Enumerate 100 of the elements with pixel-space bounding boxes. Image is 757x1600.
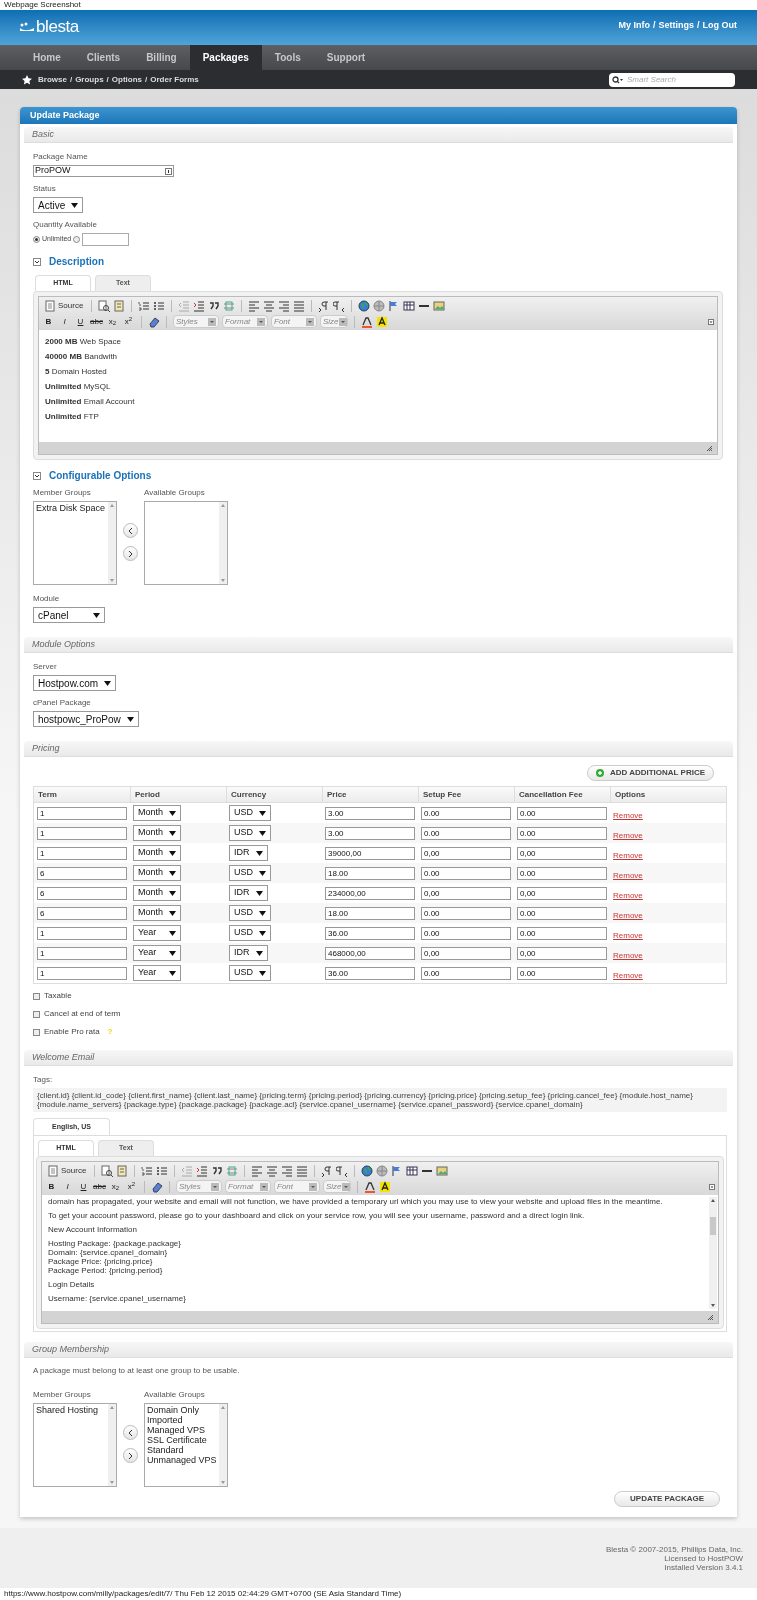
- cancellation-fee-field[interactable]: 0.00: [517, 926, 607, 940]
- cpanel-package-select[interactable]: hostpowc_ProPow: [33, 711, 139, 727]
- source-button[interactable]: Source: [42, 299, 86, 313]
- format-button[interactable]: U: [77, 1180, 90, 1193]
- term-field[interactable]: 1: [37, 826, 127, 840]
- remove-link[interactable]: Remove: [613, 931, 643, 940]
- term-field[interactable]: 1: [37, 926, 127, 940]
- currency-select[interactable]: IDR: [229, 845, 268, 861]
- list-option[interactable]: Imported: [147, 1415, 183, 1425]
- setup-fee-field[interactable]: 0,00: [421, 886, 511, 900]
- toolbar-dropdown[interactable]: Size: [323, 1180, 351, 1193]
- currency-select[interactable]: USD: [229, 805, 271, 821]
- format-button[interactable]: I: [61, 1180, 74, 1193]
- price-field[interactable]: 18.00: [325, 866, 415, 880]
- remove-link[interactable]: Remove: [613, 911, 643, 920]
- setup-fee-field[interactable]: 0.00: [421, 826, 511, 840]
- module-select[interactable]: cPanel: [33, 607, 105, 623]
- list-box[interactable]: Shared Hosting: [33, 1403, 117, 1487]
- header-link[interactable]: My Info: [618, 19, 650, 33]
- radio-button[interactable]: [73, 236, 81, 243]
- nav-tab[interactable]: Clients: [73, 45, 134, 70]
- setup-fee-field[interactable]: 0,00: [421, 846, 511, 860]
- list-box[interactable]: Extra Disk Space: [33, 501, 117, 585]
- price-field[interactable]: 468000,00: [325, 946, 415, 960]
- remove-link[interactable]: Remove: [613, 891, 643, 900]
- term-field[interactable]: 1: [37, 806, 127, 820]
- term-field[interactable]: 6: [37, 886, 127, 900]
- period-select[interactable]: Month: [133, 845, 181, 861]
- nav-tab[interactable]: Packages: [189, 45, 262, 70]
- setup-fee-field[interactable]: 0.00: [421, 966, 511, 980]
- update-package-button[interactable]: UPDATE PACKAGE: [614, 1491, 720, 1507]
- remove-link[interactable]: Remove: [613, 811, 643, 820]
- toolbar-dropdown[interactable]: Size: [320, 315, 348, 328]
- price-field[interactable]: 3.00: [325, 806, 415, 820]
- editor-content[interactable]: 2000 MB Web Space 40000 MB Bandwith 5 Domain Hosted Unlimited MySQL Unlimited Email Account Unlimited FTP: [39, 330, 717, 442]
- term-field[interactable]: 1: [37, 966, 127, 980]
- source-button[interactable]: Source: [45, 1164, 89, 1178]
- setup-fee-field[interactable]: 0.00: [421, 806, 511, 820]
- currency-select[interactable]: IDR: [229, 885, 268, 901]
- format-button[interactable]: B: [45, 1180, 58, 1193]
- list-option[interactable]: Standard: [147, 1445, 184, 1455]
- term-field[interactable]: 6: [37, 906, 127, 920]
- cancellation-fee-field[interactable]: 0.00: [517, 806, 607, 820]
- status-select[interactable]: Active: [33, 197, 84, 213]
- list-option[interactable]: SSL Certificate: [147, 1435, 207, 1445]
- move-right-button[interactable]: [123, 546, 138, 561]
- currency-select[interactable]: USD: [229, 905, 271, 921]
- term-field[interactable]: 6: [37, 866, 127, 880]
- move-left-button[interactable]: [123, 523, 138, 538]
- collapse-icon[interactable]: [33, 257, 41, 266]
- nav-tab[interactable]: Billing: [133, 45, 190, 70]
- format-button[interactable]: I: [58, 315, 71, 328]
- checkbox[interactable]: [33, 992, 40, 1000]
- sub-nav-link[interactable]: Groups: [75, 73, 104, 86]
- cancellation-fee-field[interactable]: 0,00: [517, 846, 607, 860]
- radio-button[interactable]: [33, 236, 40, 243]
- collapse-icon[interactable]: [33, 471, 41, 480]
- toolbar-dropdown[interactable]: Format: [222, 315, 268, 328]
- package-name-field[interactable]: ProPOW: [33, 165, 174, 177]
- list-option[interactable]: Unmanaged VPS: [147, 1455, 217, 1465]
- list-box[interactable]: Domain Only Imported Managed VPS SSL Certificate Standard Unmanaged VPS: [144, 1403, 228, 1487]
- price-field[interactable]: 36.00: [325, 926, 415, 940]
- toolbar-dropdown[interactable]: Format: [225, 1180, 271, 1193]
- list-option[interactable]: Extra Disk Space: [36, 503, 106, 513]
- sub-nav-link[interactable]: Options: [111, 73, 143, 86]
- format-button[interactable]: x$_{2}$: [109, 1180, 122, 1193]
- price-field[interactable]: 234000,00: [325, 886, 415, 900]
- term-field[interactable]: 1: [37, 946, 127, 960]
- quantity-field[interactable]: [82, 233, 130, 246]
- format-button[interactable]: x$^{2}$: [122, 315, 135, 328]
- period-select[interactable]: Month: [133, 805, 181, 821]
- sub-nav-link[interactable]: Browse: [38, 73, 67, 86]
- move-left-button[interactable]: [123, 1425, 138, 1440]
- remove-link[interactable]: Remove: [613, 951, 643, 960]
- format-button[interactable]: x$^{2}$: [125, 1180, 138, 1193]
- format-button[interactable]: U: [74, 315, 87, 328]
- add-price-button[interactable]: ADD ADDITIONAL PRICE: [586, 765, 714, 781]
- nav-tab[interactable]: Tools: [261, 45, 314, 70]
- list-option[interactable]: Shared Hosting: [36, 1405, 99, 1415]
- price-field[interactable]: 3.00: [325, 826, 415, 840]
- nav-tab[interactable]: Home: [20, 45, 74, 70]
- editor-content[interactable]: [42, 1195, 718, 1311]
- period-select[interactable]: Month: [133, 825, 181, 841]
- currency-select[interactable]: USD: [229, 965, 271, 981]
- list-option[interactable]: Managed VPS: [147, 1425, 206, 1435]
- list-option[interactable]: Domain Only: [147, 1405, 200, 1415]
- period-select[interactable]: Year: [133, 965, 181, 981]
- nav-tab[interactable]: Support: [313, 45, 379, 70]
- price-field[interactable]: 36.00: [325, 966, 415, 980]
- period-select[interactable]: Month: [133, 905, 181, 921]
- currency-select[interactable]: USD: [229, 925, 271, 941]
- period-select[interactable]: Month: [133, 885, 181, 901]
- setup-fee-field[interactable]: 0.00: [421, 926, 511, 940]
- price-field[interactable]: 39000,00: [325, 846, 415, 860]
- remove-link[interactable]: Remove: [613, 971, 643, 980]
- price-field[interactable]: 18.00: [325, 906, 415, 920]
- currency-select[interactable]: USD: [229, 865, 271, 881]
- toolbar-dropdown[interactable]: Styles: [176, 1180, 222, 1193]
- cancellation-fee-field[interactable]: 0.00: [517, 826, 607, 840]
- cancellation-fee-field[interactable]: 0.00: [517, 866, 607, 880]
